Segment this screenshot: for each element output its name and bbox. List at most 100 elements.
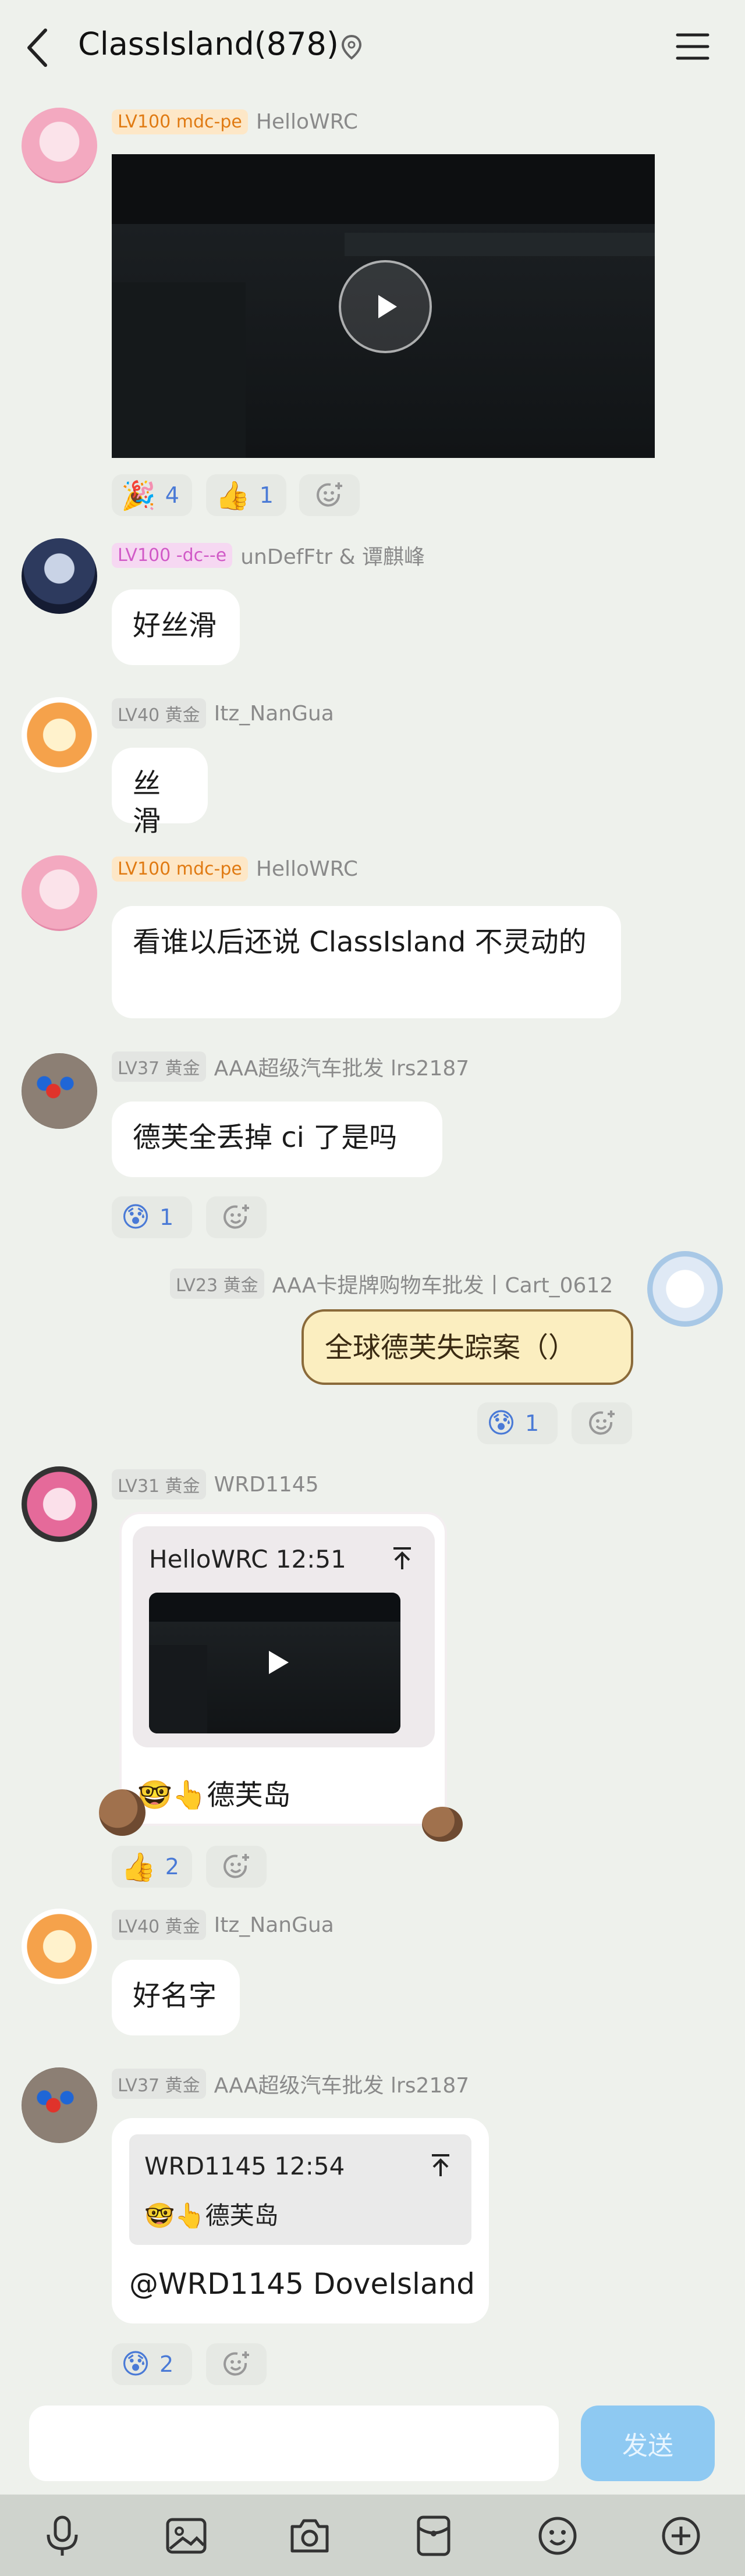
level-badge: LV37 黄金 xyxy=(112,1051,206,1082)
thumbs-up-icon: 👍 xyxy=(121,1850,156,1884)
avatar[interactable] xyxy=(22,2067,97,2143)
reaction-chip[interactable]: 👍 2 xyxy=(112,1846,192,1888)
avatar[interactable] xyxy=(22,1466,97,1542)
sender-info: LV40 黄金 Itz_NanGua xyxy=(112,1910,334,1940)
sender-info: LV23 黄金 AAA卡提牌购物车批发丨Cart_0612 xyxy=(170,1269,613,1299)
sender-info: LV37 黄金 AAA超级汽车批发 lrs2187 xyxy=(112,1051,469,1082)
level-badge: LV40 黄金 xyxy=(112,1910,206,1940)
video-top-strip xyxy=(345,233,655,256)
sender-name[interactable]: HelloWRC xyxy=(256,110,358,134)
microphone-icon[interactable] xyxy=(39,2513,86,2559)
add-emoji-icon xyxy=(589,1410,615,1435)
message-bubble[interactable]: 全球德芙失踪案（） xyxy=(301,1309,633,1385)
red-packet-icon[interactable] xyxy=(410,2513,457,2559)
reaction-chip[interactable]: 👍 1 xyxy=(206,474,286,516)
anxious-face-icon: 😰 xyxy=(121,2348,151,2380)
cookie-decoration-icon xyxy=(422,1807,463,1842)
avatar[interactable] xyxy=(647,1251,723,1327)
camera-icon[interactable] xyxy=(286,2513,333,2559)
jump-to-top-icon[interactable] xyxy=(427,2152,454,2179)
play-icon[interactable] xyxy=(263,1648,291,1676)
reaction-chip[interactable]: 😰 1 xyxy=(477,1402,558,1444)
reaction-chip[interactable]: 😰 1 xyxy=(112,1196,192,1238)
reaction-count: 1 xyxy=(525,1410,540,1436)
level-badge: LV40 黄金 xyxy=(112,698,206,729)
reaction-count: 1 xyxy=(259,482,274,508)
menu-icon[interactable] xyxy=(675,29,710,64)
reaction-count: 2 xyxy=(165,1854,179,1879)
sender-name[interactable]: AAA卡提牌购物车批发丨Cart_0612 xyxy=(272,1269,613,1299)
party-popper-icon: 🎉 xyxy=(121,479,156,512)
add-reaction-button[interactable] xyxy=(299,474,360,516)
video-message[interactable] xyxy=(112,154,655,458)
avatar[interactable] xyxy=(22,697,97,773)
avatar[interactable] xyxy=(22,538,97,614)
reaction-chip[interactable]: 🎉 4 xyxy=(112,474,192,516)
add-reaction-button[interactable] xyxy=(206,1846,267,1888)
sender-info: LV100 mdc-pe HelloWRC xyxy=(112,109,358,134)
emoji-icon[interactable] xyxy=(534,2513,581,2559)
avatar[interactable] xyxy=(22,855,97,931)
message-bubble[interactable]: 好丝滑 xyxy=(112,589,240,665)
message-bubble[interactable]: 看谁以后还说 ClassIsland 不灵动的 xyxy=(112,906,621,1018)
add-emoji-icon xyxy=(224,1854,249,1878)
quote-header: WRD1145 12:54 xyxy=(144,2152,345,2180)
message-text: @WRD1145 DoveIsland xyxy=(129,2267,476,2301)
avatar[interactable] xyxy=(22,108,97,183)
quote-text: 🤓👆德芙岛 xyxy=(144,2201,279,2230)
sender-name[interactable]: unDefFtr & 谭麒峰 xyxy=(240,540,425,570)
message-bubble[interactable]: 好名字 xyxy=(112,1960,240,2035)
video-sidebar xyxy=(149,1645,207,1733)
sender-info: LV40 黄金 Itz_NanGua xyxy=(112,698,334,729)
bottom-toolbar xyxy=(0,2495,745,2576)
message-bubble[interactable]: 丝滑 xyxy=(112,748,208,837)
video-sidebar xyxy=(112,282,246,458)
sender-name[interactable]: AAA超级汽车批发 lrs2187 xyxy=(214,2069,470,2099)
sender-name[interactable]: AAA超级汽车批发 lrs2187 xyxy=(214,1051,470,1082)
anxious-face-icon: 😰 xyxy=(121,1201,151,1234)
cookie-decoration-icon xyxy=(99,1789,146,1836)
add-emoji-icon xyxy=(224,1204,249,1229)
quoted-message[interactable]: HelloWRC 12:51 xyxy=(133,1526,435,1747)
avatar[interactable] xyxy=(22,1053,97,1129)
sender-info: LV37 黄金 AAA超级汽车批发 lrs2187 xyxy=(112,2069,469,2099)
play-icon[interactable] xyxy=(339,260,432,353)
sender-name[interactable]: WRD1145 xyxy=(214,1473,319,1497)
quoted-video-thumbnail[interactable] xyxy=(149,1593,400,1733)
thumbs-up-icon: 👍 xyxy=(215,479,250,512)
message-text: 🤓👆德芙岛 xyxy=(137,1779,291,1811)
header-bar: ClassIsland(878) xyxy=(0,0,745,96)
level-badge: LV31 黄金 xyxy=(112,1469,206,1500)
anxious-face-icon: 😰 xyxy=(487,1407,516,1440)
level-badge: LV37 黄金 xyxy=(112,2069,206,2099)
send-button[interactable]: 发送 xyxy=(581,2406,715,2481)
sender-info: LV100 mdc-pe HelloWRC xyxy=(112,857,358,882)
quote-header: HelloWRC 12:51 xyxy=(149,1545,346,1573)
avatar[interactable] xyxy=(22,1909,97,1984)
level-badge: LV23 黄金 xyxy=(170,1269,264,1299)
add-reaction-button[interactable] xyxy=(572,1402,632,1444)
image-icon[interactable] xyxy=(163,2513,210,2559)
sender-name[interactable]: Itz_NanGua xyxy=(214,702,334,726)
page-title[interactable]: ClassIsland(878) xyxy=(78,26,339,62)
level-badge: LV100 mdc-pe xyxy=(112,109,248,134)
reaction-chip[interactable]: 😰 2 xyxy=(112,2343,192,2385)
quoted-message[interactable]: WRD1145 12:54 🤓👆德芙岛 xyxy=(129,2134,471,2245)
sender-name[interactable]: Itz_NanGua xyxy=(214,1913,334,1937)
reaction-count: 1 xyxy=(159,1204,174,1230)
jump-to-top-icon[interactable] xyxy=(389,1545,416,1572)
add-reaction-button[interactable] xyxy=(206,2343,267,2385)
reaction-count: 4 xyxy=(165,482,179,508)
location-pin-icon[interactable] xyxy=(340,34,363,61)
sender-info: LV100 -dc--e unDefFtr & 谭麒峰 xyxy=(112,540,425,570)
plus-icon[interactable] xyxy=(658,2513,704,2559)
add-reaction-button[interactable] xyxy=(206,1196,267,1238)
message-input[interactable] xyxy=(29,2406,559,2481)
sender-name[interactable]: HelloWRC xyxy=(256,857,358,881)
level-badge: LV100 -dc--e xyxy=(112,542,233,568)
add-emoji-icon xyxy=(224,2351,249,2376)
add-emoji-icon xyxy=(317,482,342,507)
message-bubble[interactable]: 德芙全丢掉 ci 了是吗 xyxy=(112,1102,442,1177)
back-arrow-icon[interactable] xyxy=(23,24,52,71)
sender-info: LV31 黄金 WRD1145 xyxy=(112,1469,319,1500)
